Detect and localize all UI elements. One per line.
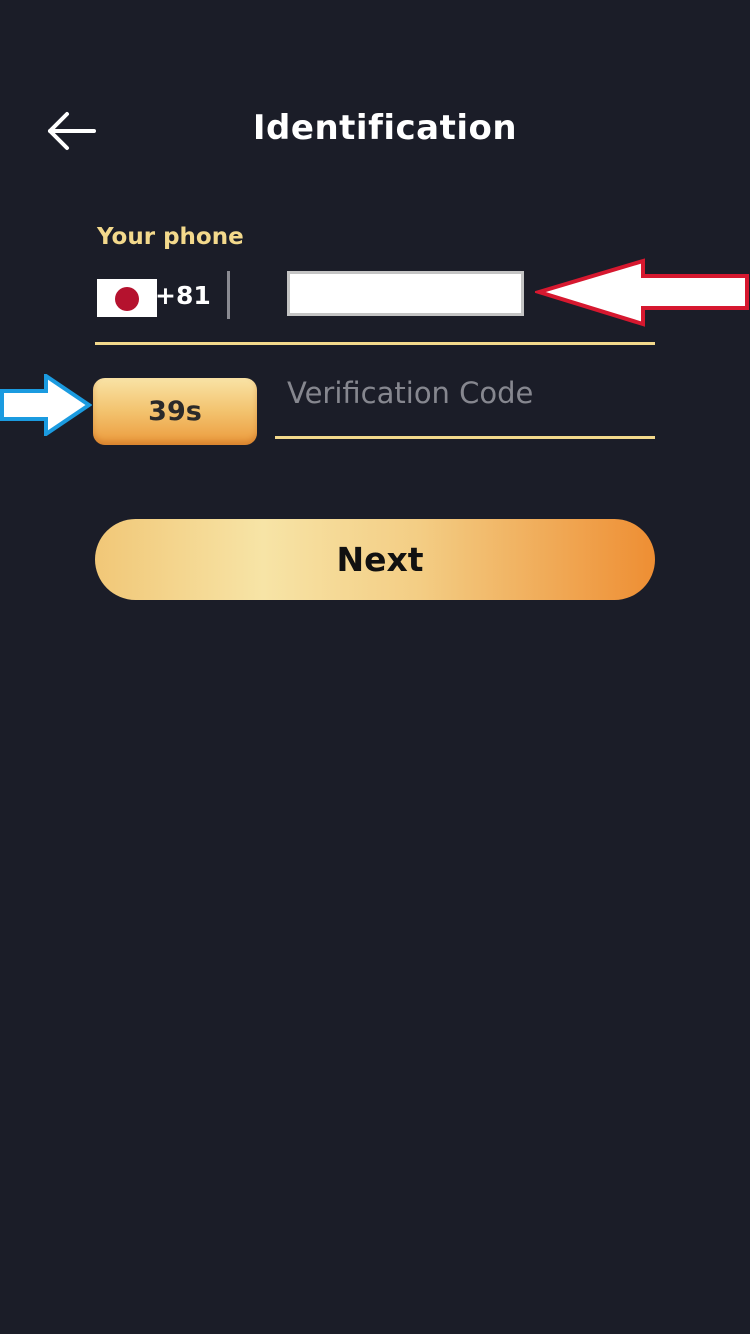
country-code-divider	[227, 271, 230, 319]
next-button[interactable]: Next	[95, 519, 655, 600]
countdown-label: 39s	[148, 396, 202, 427]
flag-circle	[115, 287, 139, 311]
country-code[interactable]: +81	[155, 281, 211, 310]
next-button-label: Next	[336, 540, 424, 579]
phone-label: Your phone	[97, 224, 244, 250]
blue-outline-arrow-right-icon	[0, 374, 92, 436]
japan-flag-icon[interactable]	[97, 279, 157, 317]
verification-code-input[interactable]	[287, 370, 655, 416]
resend-countdown-button[interactable]: 39s	[93, 378, 257, 445]
page-title: Identification	[252, 108, 518, 148]
red-outline-arrow-left-icon	[535, 258, 749, 327]
verification-field-underline	[275, 436, 655, 439]
phone-field-underline	[95, 342, 655, 345]
phone-number-input[interactable]	[287, 271, 524, 316]
